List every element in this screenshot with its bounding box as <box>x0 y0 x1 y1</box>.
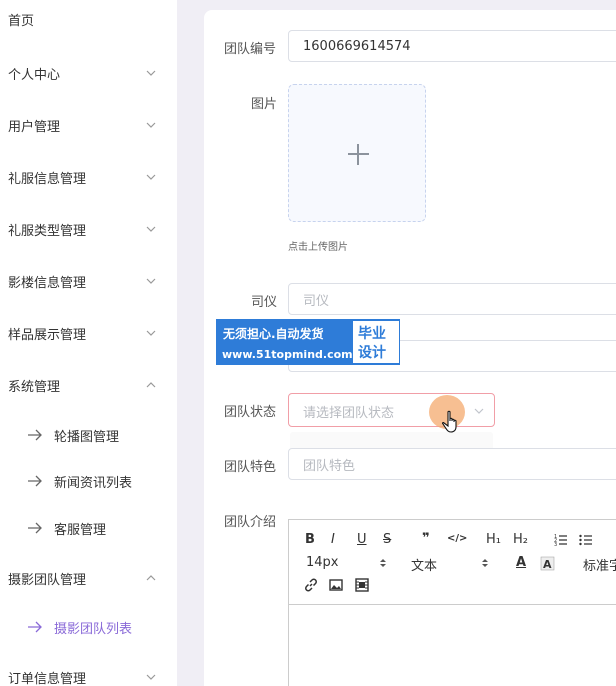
watermark-box: 毕业 设计 <box>353 321 399 363</box>
sidebar-item-carousel[interactable]: 轮播图管理 <box>0 420 177 450</box>
select-arrows-icon <box>380 559 386 567</box>
chevron-up-icon <box>146 575 156 581</box>
h2-button[interactable]: H₂ <box>513 532 528 547</box>
menu-label: 礼服信息管理 <box>8 171 87 187</box>
host-field[interactable]: 司仪 <box>288 283 616 315</box>
menu-label: 样品展示管理 <box>8 327 87 343</box>
watermark-badge: 无须担心.自动发货 www.51topmind.com 毕业 设计 <box>216 319 400 365</box>
plus-icon <box>357 144 359 165</box>
watermark-box-line2: 设计 <box>358 345 386 361</box>
font-family-select[interactable]: 标准字 <box>583 555 616 574</box>
watermark-box-line1: 毕业 <box>358 326 386 342</box>
rich-text-editor[interactable]: B I U S ❞ </> H₁ H₂ 1 2 3 14px 文本 A A 标准… <box>288 519 616 686</box>
menu-label: 影楼信息管理 <box>8 275 87 291</box>
video-icon[interactable] <box>355 578 369 592</box>
chevron-down-icon <box>474 408 484 414</box>
arrow-right-icon <box>28 475 42 487</box>
menu-label: 订单信息管理 <box>8 671 87 686</box>
link-icon[interactable] <box>304 578 318 592</box>
hand-cursor-icon <box>442 410 457 433</box>
bullet-list-icon[interactable] <box>579 533 593 547</box>
font-size-select[interactable]: 14px <box>306 555 339 570</box>
menu-dress-info[interactable]: 礼服信息管理 <box>0 162 177 192</box>
editor-content-area[interactable] <box>289 606 616 686</box>
sidebar: 首页 个人中心 用户管理 礼服信息管理 礼服类型管理 影楼信息管理 样品展示管理… <box>0 0 177 686</box>
menu-sample-display[interactable]: 样品展示管理 <box>0 318 177 348</box>
h1-button[interactable]: H₁ <box>486 532 501 547</box>
font-color-button[interactable]: A <box>516 555 526 570</box>
bold-button[interactable]: B <box>305 532 315 547</box>
menu-system-mgmt[interactable]: 系统管理 <box>0 370 177 400</box>
strike-button[interactable]: S <box>383 532 391 547</box>
intro-label: 团队介绍 <box>224 515 277 530</box>
upload-hint: 点击上传图片 <box>288 242 348 253</box>
feature-label: 团队特色 <box>224 460 277 475</box>
ordered-list-icon[interactable]: 1 2 3 <box>554 533 568 547</box>
sub-label: 摄影团队列表 <box>54 622 133 637</box>
menu-label: 用户管理 <box>8 119 61 135</box>
sub-label: 客服管理 <box>54 523 107 538</box>
menu-label: 个人中心 <box>8 67 61 83</box>
menu-user-mgmt[interactable]: 用户管理 <box>0 110 177 140</box>
svg-text:3: 3 <box>554 542 557 547</box>
host-placeholder: 司仪 <box>303 293 330 309</box>
host-label: 司仪 <box>251 295 278 310</box>
menu-home[interactable]: 首页 <box>0 4 177 34</box>
menu-dress-type[interactable]: 礼服类型管理 <box>0 214 177 244</box>
quote-button[interactable]: ❞ <box>422 531 430 546</box>
arrow-right-icon <box>28 621 42 633</box>
image-label: 图片 <box>251 97 278 112</box>
feature-field[interactable]: 团队特色 <box>288 448 616 480</box>
arrow-right-icon <box>28 522 42 534</box>
chevron-up-icon <box>146 382 156 388</box>
watermark-line2: www.51topmind.com <box>222 348 353 361</box>
chevron-down-icon <box>146 226 156 232</box>
menu-label: 系统管理 <box>8 379 61 395</box>
text-type-select[interactable]: 文本 <box>411 555 437 574</box>
arrow-right-icon <box>28 429 42 441</box>
menu-label: 摄影团队管理 <box>8 572 87 588</box>
sidebar-item-news[interactable]: 新闻资讯列表 <box>0 466 177 496</box>
chevron-down-icon <box>146 674 156 680</box>
sidebar-item-customer-service[interactable]: 客服管理 <box>0 513 177 543</box>
menu-label: 礼服类型管理 <box>8 223 87 239</box>
team-no-value: 1600669614574 <box>303 38 411 54</box>
select-arrows-icon <box>482 559 488 567</box>
chevron-down-icon <box>146 122 156 128</box>
menu-photo-team-mgmt[interactable]: 摄影团队管理 <box>0 563 177 593</box>
image-upload-button[interactable] <box>288 84 426 222</box>
menu-order-info[interactable]: 订单信息管理 <box>0 662 177 686</box>
sub-label: 轮播图管理 <box>54 430 120 445</box>
team-no-label: 团队编号 <box>224 42 277 57</box>
status-placeholder: 请选择团队状态 <box>303 406 395 421</box>
chevron-down-icon <box>146 278 156 284</box>
code-button[interactable]: </> <box>447 533 467 544</box>
menu-home-label: 首页 <box>8 13 35 29</box>
menu-studio-info[interactable]: 影楼信息管理 <box>0 266 177 296</box>
menu-personal-center[interactable]: 个人中心 <box>0 58 177 88</box>
chevron-down-icon <box>146 70 156 76</box>
sidebar-item-photo-team-list[interactable]: 摄影团队列表 <box>0 612 177 642</box>
sub-label: 新闻资讯列表 <box>54 476 133 491</box>
feature-placeholder: 团队特色 <box>303 458 356 474</box>
italic-button[interactable]: I <box>331 532 335 547</box>
underline-button[interactable]: U <box>357 532 367 547</box>
team-no-field[interactable]: 1600669614574 <box>288 30 616 62</box>
watermark-line1: 无须担心.自动发货 <box>223 327 324 341</box>
image-icon[interactable] <box>329 578 343 592</box>
status-label: 团队状态 <box>224 405 277 420</box>
editor-toolbar: B I U S ❞ </> H₁ H₂ 1 2 3 14px 文本 A A 标准… <box>289 520 616 605</box>
background-color-icon[interactable]: A <box>540 556 555 571</box>
chevron-down-icon <box>146 174 156 180</box>
chevron-down-icon <box>146 330 156 336</box>
svg-text:A: A <box>543 558 552 571</box>
